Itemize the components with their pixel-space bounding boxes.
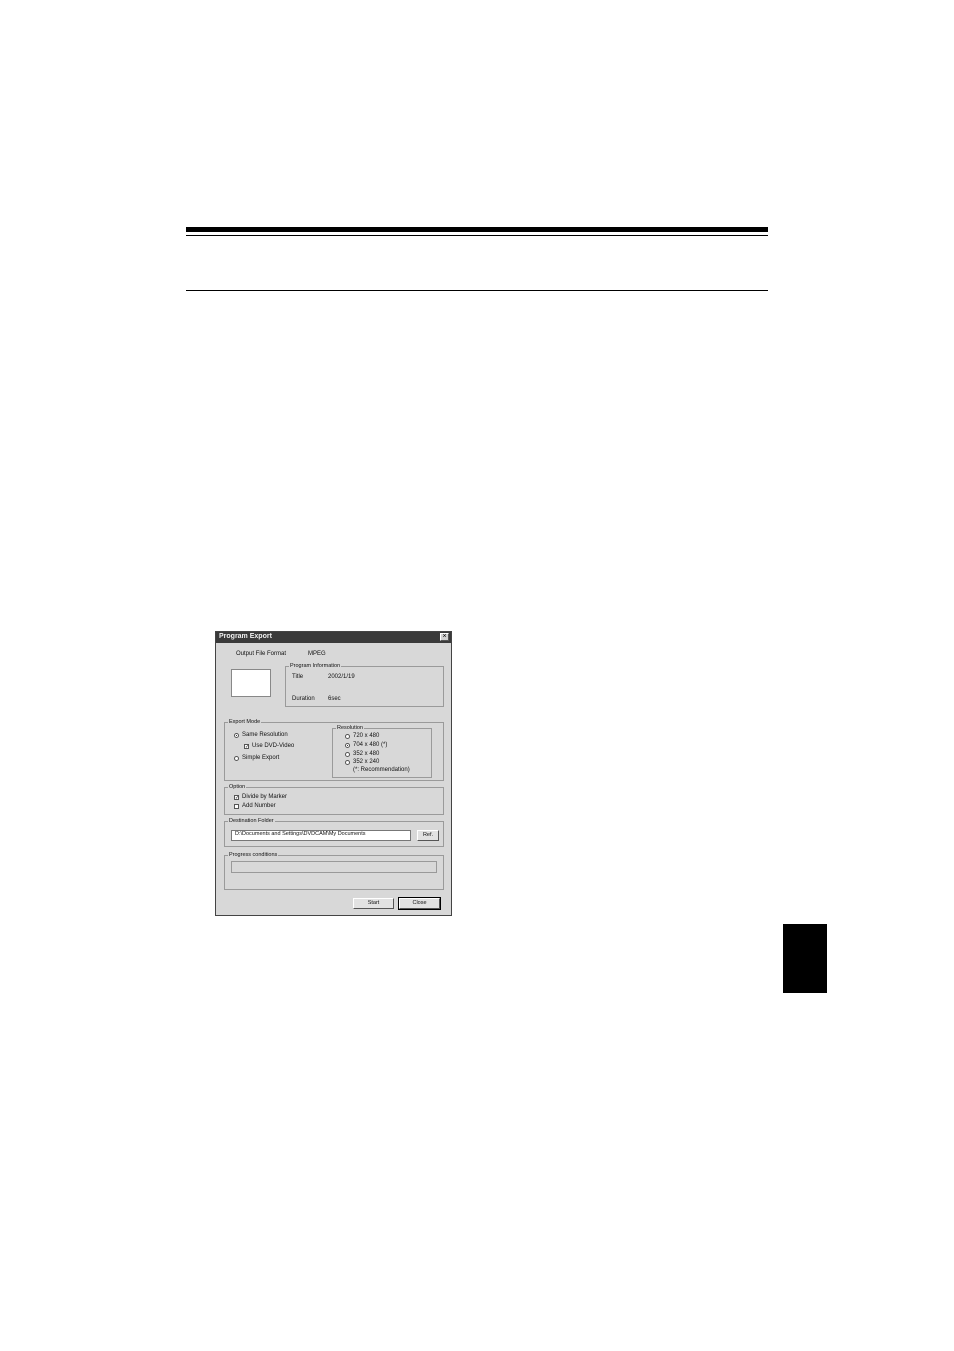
progress-bar: [231, 861, 437, 873]
dialog-title: Program Export: [219, 633, 272, 640]
output-format-value: MPEG: [308, 651, 326, 657]
duration-label: Duration: [292, 696, 315, 702]
header-rule-thick: [186, 227, 768, 232]
divide-by-marker-checkbox[interactable]: ✓: [234, 795, 239, 801]
program-export-dialog: Program Export × Output File Format MPEG…: [215, 631, 452, 916]
option-label: Option: [228, 784, 247, 790]
add-number-label: Add Number: [242, 803, 276, 809]
resolution-704x480-radio[interactable]: [345, 743, 350, 748]
program-info-group: Program Information Title 2002/1/19 Dura…: [285, 663, 444, 707]
use-dvd-video-checkbox[interactable]: ✓: [244, 744, 249, 750]
preview-thumbnail: [231, 669, 271, 697]
export-mode-label: Export Mode: [228, 719, 262, 725]
ref-button[interactable]: Ref.: [417, 830, 439, 841]
chapter-tab: [783, 924, 827, 993]
header-rule-thin: [186, 235, 768, 236]
resolution-352x240-radio[interactable]: [345, 760, 350, 765]
simple-export-radio[interactable]: [234, 756, 239, 761]
destination-label: Destination Folder: [228, 818, 275, 824]
duration-value: 6sec: [328, 696, 341, 702]
program-info-label: Program Information: [289, 663, 342, 669]
same-resolution-radio[interactable]: [234, 733, 239, 738]
destination-group: Destination Folder D:\Documents and Sett…: [224, 818, 444, 847]
resolution-group: Resolution 720 x 480 704 x 480 (*) 352 x…: [332, 725, 432, 778]
resolution-720x480-label: 720 x 480: [353, 733, 380, 739]
resolution-352x480-label: 352 x 480: [353, 751, 380, 757]
option-group: Option ✓ Divide by Marker Add Number: [224, 784, 444, 815]
divide-by-marker-label: Divide by Marker: [242, 794, 288, 800]
close-icon[interactable]: ×: [440, 633, 449, 641]
start-button[interactable]: Start: [353, 898, 394, 909]
use-dvd-video-label: Use DVD-Video: [252, 743, 295, 749]
add-number-checkbox[interactable]: [234, 804, 239, 809]
destination-path-input[interactable]: D:\Documents and Settings\DVDCAM\My Docu…: [231, 830, 411, 841]
resolution-note: (*: Recommendation): [353, 767, 410, 773]
section-divider: [186, 290, 768, 291]
dialog-titlebar[interactable]: Program Export ×: [216, 632, 451, 643]
output-format-label: Output File Format: [236, 651, 287, 657]
title-value: 2002/1/19: [328, 674, 355, 680]
simple-export-label: Simple Export: [242, 755, 280, 761]
resolution-352x480-radio[interactable]: [345, 752, 350, 757]
title-label: Title: [292, 674, 304, 680]
progress-label: Progress conditions: [228, 852, 279, 858]
resolution-label: Resolution: [336, 725, 364, 731]
export-mode-group: Export Mode Same Resolution ✓ Use DVD-Vi…: [224, 719, 444, 781]
resolution-720x480-radio[interactable]: [345, 734, 350, 739]
same-resolution-label: Same Resolution: [242, 732, 288, 738]
resolution-704x480-label: 704 x 480 (*): [353, 742, 388, 748]
resolution-352x240-label: 352 x 240: [353, 759, 380, 765]
close-button[interactable]: Close: [398, 897, 441, 910]
